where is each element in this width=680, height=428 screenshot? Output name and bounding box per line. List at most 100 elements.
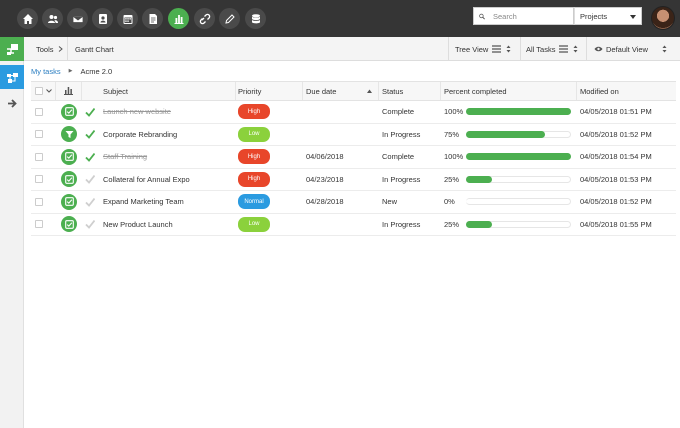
percent-label: 0% bbox=[444, 191, 455, 213]
table-row[interactable]: Collateral for Annual Expo High 04/23/20… bbox=[31, 169, 676, 192]
table-row[interactable]: Staff Training High 04/06/2018 Complete … bbox=[31, 146, 676, 169]
milestone-icon[interactable] bbox=[61, 124, 77, 146]
links-icon[interactable] bbox=[194, 8, 215, 29]
task-subject[interactable]: Collateral for Annual Expo bbox=[103, 169, 190, 191]
table-header: Subject Priority Due date Status Percent… bbox=[31, 81, 676, 101]
gantt-chart-view[interactable]: Gantt Chart bbox=[75, 37, 114, 61]
tools-label: Tools bbox=[36, 45, 54, 54]
modified-on: 04/05/2018 01:51 PM bbox=[580, 101, 652, 123]
table-row[interactable]: Expand Marketing Team Normal 04/28/2018 … bbox=[31, 191, 676, 214]
priority-label: High bbox=[238, 172, 270, 187]
search-input[interactable] bbox=[493, 12, 573, 21]
task-status: In Progress bbox=[382, 214, 420, 236]
row-checkbox[interactable] bbox=[35, 101, 43, 123]
percent-label: 100% bbox=[444, 101, 463, 123]
task-subject[interactable]: Corporate Rebranding bbox=[103, 124, 177, 146]
task-status: In Progress bbox=[382, 169, 420, 191]
column-header-modified-on[interactable]: Modified on bbox=[580, 82, 619, 100]
priority-badge[interactable]: High bbox=[238, 146, 270, 168]
column-header-priority[interactable]: Priority bbox=[238, 82, 261, 100]
completion-check-icon[interactable] bbox=[85, 191, 95, 213]
search-scope-value: Projects bbox=[580, 12, 607, 21]
select-all-checkbox[interactable] bbox=[35, 82, 52, 100]
default-view-sort[interactable] bbox=[662, 37, 667, 61]
search-box[interactable] bbox=[473, 7, 574, 25]
search-icon bbox=[479, 13, 485, 20]
task-subject-text: Collateral for Annual Expo bbox=[103, 175, 190, 184]
progress-bar bbox=[466, 214, 571, 236]
progress-bar bbox=[466, 169, 571, 191]
column-header-subject[interactable]: Subject bbox=[103, 82, 128, 100]
priority-badge[interactable]: High bbox=[238, 169, 270, 191]
row-checkbox[interactable] bbox=[35, 169, 43, 191]
task-icon[interactable] bbox=[61, 146, 77, 168]
task-subject-text: Launch new website bbox=[103, 107, 171, 116]
avatar[interactable] bbox=[651, 6, 675, 30]
document-icon[interactable] bbox=[142, 8, 163, 29]
column-header-due-date[interactable]: Due date bbox=[306, 82, 336, 100]
database-icon[interactable] bbox=[245, 8, 266, 29]
priority-badge[interactable]: Low bbox=[238, 214, 270, 236]
tasks-panel-icon[interactable] bbox=[0, 37, 24, 61]
progress-fill bbox=[466, 153, 571, 160]
due-date: 04/28/2018 bbox=[306, 191, 344, 213]
task-status: Complete bbox=[382, 146, 414, 168]
left-rail bbox=[0, 37, 24, 428]
completion-check-icon[interactable] bbox=[85, 214, 95, 236]
row-checkbox[interactable] bbox=[35, 124, 43, 146]
task-subject[interactable]: Staff Training bbox=[103, 146, 147, 168]
progress-bar bbox=[466, 101, 571, 123]
search-scope-select[interactable]: Projects bbox=[574, 7, 642, 25]
default-view-select[interactable]: Default View bbox=[594, 37, 648, 61]
reports-icon[interactable] bbox=[168, 8, 189, 29]
task-icon[interactable] bbox=[61, 214, 77, 236]
completion-check-icon[interactable] bbox=[85, 101, 95, 123]
column-header-percent-completed[interactable]: Percent completed bbox=[444, 82, 507, 100]
contacts-icon[interactable] bbox=[92, 8, 113, 29]
due-date: 04/06/2018 bbox=[306, 146, 344, 168]
row-checkbox[interactable] bbox=[35, 146, 43, 168]
completion-check-icon[interactable] bbox=[85, 169, 95, 191]
progress-bar bbox=[466, 191, 571, 213]
task-icon[interactable] bbox=[61, 191, 77, 213]
all-tasks-filter[interactable]: All Tasks bbox=[526, 37, 578, 61]
completion-check-icon[interactable] bbox=[85, 146, 95, 168]
task-subject[interactable]: Expand Marketing Team bbox=[103, 191, 184, 213]
priority-badge[interactable]: Normal bbox=[238, 191, 270, 213]
current-view-label: Gantt Chart bbox=[75, 45, 114, 54]
breadcrumb-separator-icon: ▶ bbox=[69, 68, 73, 74]
home-icon[interactable] bbox=[17, 8, 38, 29]
task-subject-text: Expand Marketing Team bbox=[103, 197, 184, 206]
tree-view-toggle[interactable]: Tree View bbox=[455, 37, 511, 61]
tools-menu[interactable]: Tools bbox=[36, 37, 63, 61]
users-icon[interactable] bbox=[42, 8, 63, 29]
row-checkbox[interactable] bbox=[35, 191, 43, 213]
task-subject-text: Staff Training bbox=[103, 152, 147, 161]
table-row[interactable]: Corporate Rebranding Low In Progress 75%… bbox=[31, 124, 676, 147]
progress-bar bbox=[466, 146, 571, 168]
column-settings-icon[interactable] bbox=[64, 82, 73, 100]
task-icon[interactable] bbox=[61, 169, 77, 191]
priority-badge[interactable]: High bbox=[238, 101, 270, 123]
task-subject-text: Corporate Rebranding bbox=[103, 130, 177, 139]
expand-arrow-icon[interactable] bbox=[0, 91, 24, 115]
progress-fill bbox=[466, 131, 545, 138]
all-tasks-label: All Tasks bbox=[526, 45, 555, 54]
breadcrumb-my-tasks[interactable]: My tasks bbox=[31, 67, 61, 76]
column-header-status[interactable]: Status bbox=[382, 82, 403, 100]
modified-on: 04/05/2018 01:52 PM bbox=[580, 191, 652, 213]
task-icon[interactable] bbox=[61, 101, 77, 123]
progress-bar bbox=[466, 124, 571, 146]
row-checkbox[interactable] bbox=[35, 214, 43, 236]
mail-icon[interactable] bbox=[67, 8, 88, 29]
task-subject[interactable]: New Product Launch bbox=[103, 214, 173, 236]
modified-on: 04/05/2018 01:53 PM bbox=[580, 169, 652, 191]
completion-check-icon[interactable] bbox=[85, 124, 95, 146]
calendar-icon[interactable] bbox=[117, 8, 138, 29]
table-row[interactable]: New Product Launch Low In Progress 25% 0… bbox=[31, 214, 676, 237]
gantt-panel-icon[interactable] bbox=[0, 65, 24, 89]
table-row[interactable]: Launch new website High Complete 100% 04… bbox=[31, 101, 676, 124]
task-subject[interactable]: Launch new website bbox=[103, 101, 171, 123]
edit-icon[interactable] bbox=[219, 8, 240, 29]
priority-badge[interactable]: Low bbox=[238, 124, 270, 146]
